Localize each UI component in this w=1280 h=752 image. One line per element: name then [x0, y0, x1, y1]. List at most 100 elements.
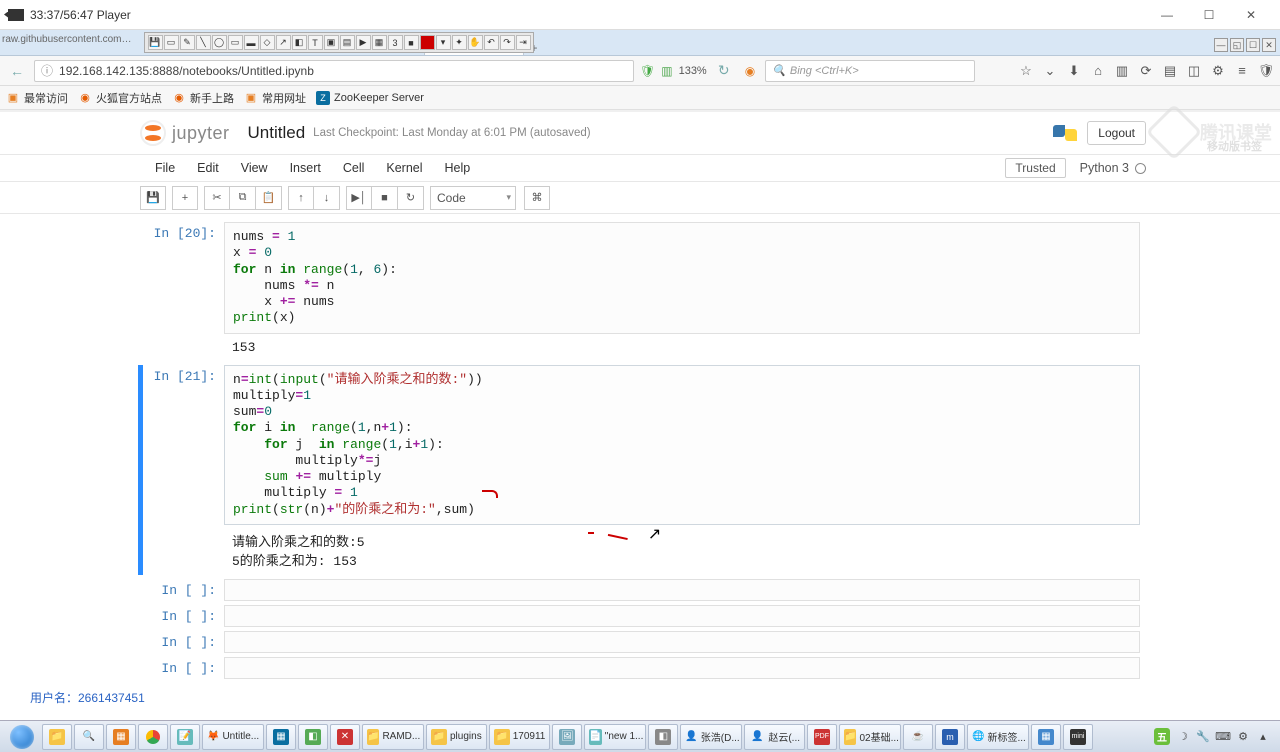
sidebar-icon[interactable]: ▥ — [1114, 63, 1130, 79]
tool-image-icon[interactable]: ▣ — [324, 35, 339, 50]
zoom-level[interactable]: 133% — [679, 65, 707, 77]
settings-icon[interactable]: ⚙ — [1210, 63, 1226, 79]
pocket-icon[interactable]: ⌄ — [1042, 63, 1058, 79]
tool-circle-icon[interactable]: ◯ — [212, 35, 227, 50]
taskbar-pdf[interactable]: PDF — [807, 724, 837, 750]
taskbar-ramd[interactable]: 📁RAMD... — [362, 724, 424, 750]
security-red-icon[interactable]: 🛡 — [1258, 63, 1274, 79]
tray-moon-icon[interactable]: ☽ — [1176, 730, 1190, 744]
tray-wrench-icon[interactable]: 🔧 — [1196, 730, 1210, 744]
annotation-toolbar[interactable]: 💾 ▭ ✎ ╲ ◯ ▭ ▬ ◇ ↗ ◧ T ▣ ▤ ▶ ▦ 3 ■ ▾ ✦ ✋ … — [144, 32, 534, 53]
taskbar-app[interactable]: ◧ — [298, 724, 328, 750]
run-button[interactable]: ▶│ — [346, 186, 372, 210]
tool-redo-icon[interactable]: ↷ — [500, 35, 515, 50]
tool-pencil-icon[interactable]: ✎ — [180, 35, 195, 50]
taskbar-course[interactable]: 📁02基础... — [839, 724, 901, 750]
taskbar-chat1[interactable]: 👤张浩(D... — [680, 724, 742, 750]
bookmark-item[interactable]: ◉火狐官方站点 — [78, 90, 162, 106]
taskbar-image[interactable]: 🖼 — [552, 724, 582, 750]
menu-file[interactable]: File — [144, 161, 186, 175]
tool-undo-icon[interactable]: ↶ — [484, 35, 499, 50]
notebook-body[interactable]: In [20]: nums = 1 x = 0 for n in range(1… — [0, 214, 1280, 720]
code-input[interactable] — [224, 605, 1140, 627]
taskbar-170911[interactable]: 📁170911 — [489, 724, 551, 750]
logout-button[interactable]: Logout — [1087, 121, 1146, 145]
taskbar-minip[interactable]: mini — [1063, 724, 1093, 750]
taskbar-plugins[interactable]: 📁plugins — [426, 724, 487, 750]
code-cell-empty[interactable]: In [ ]: — [140, 657, 1140, 679]
tool-wand-icon[interactable]: ✦ — [452, 35, 467, 50]
address-input[interactable]: ⓘ 192.168.142.135:8888/notebooks/Untitle… — [34, 60, 634, 82]
taskbar-sublime[interactable]: ▦ — [106, 724, 136, 750]
taskbar-newtab[interactable]: 🌐新标签... — [967, 724, 1029, 750]
code-input[interactable] — [224, 631, 1140, 653]
taskbar-app[interactable]: ▦ — [266, 724, 296, 750]
menu-edit[interactable]: Edit — [186, 161, 230, 175]
trusted-indicator[interactable]: Trusted — [1005, 158, 1065, 178]
tool-color-red[interactable] — [420, 35, 435, 50]
tabwin-max-icon[interactable]: ☐ — [1246, 38, 1260, 52]
tabwin-close-icon[interactable]: ✕ — [1262, 38, 1276, 52]
bookmark-item[interactable]: ZZooKeeper Server — [316, 91, 424, 105]
maximize-button[interactable]: ☐ — [1188, 1, 1230, 29]
minimize-button[interactable]: — — [1146, 1, 1188, 29]
taskbar-java[interactable]: ☕ — [903, 724, 933, 750]
taskbar-app[interactable]: ▦ — [1031, 724, 1061, 750]
taskbar-search[interactable]: 🔍 — [74, 724, 104, 750]
code-cell-selected[interactable]: In [21]: n=int(input("请输入阶乘之和的数:")) mult… — [140, 365, 1140, 575]
system-tray[interactable]: 五 ☽ 🔧 ⌨ ⚙ ▴ — [1154, 728, 1276, 745]
tool-grid-icon[interactable]: ▦ — [372, 35, 387, 50]
tool-close-icon[interactable]: ⇥ — [516, 35, 531, 50]
menu-icon[interactable]: ≡ — [1234, 63, 1250, 79]
move-up-button[interactable]: ↑ — [288, 186, 314, 210]
taskbar-firefox[interactable]: 🦊Untitle... — [202, 724, 264, 750]
addons-icon[interactable]: ◫ — [1186, 63, 1202, 79]
interrupt-button[interactable]: ■ — [372, 186, 398, 210]
tabwin-restore-icon[interactable]: ◱ — [1230, 38, 1244, 52]
code-cell[interactable]: In [20]: nums = 1 x = 0 for n in range(1… — [140, 222, 1140, 361]
taskbar-chrome[interactable] — [138, 724, 168, 750]
tool-diamond-icon[interactable]: ◇ — [260, 35, 275, 50]
add-cell-button[interactable]: + — [172, 186, 198, 210]
tool-num-icon[interactable]: 3 — [388, 35, 403, 50]
jupyter-logo[interactable]: jupyter — [140, 120, 230, 146]
ime-indicator[interactable]: 五 — [1154, 728, 1170, 745]
code-input[interactable]: n=int(input("请输入阶乘之和的数:")) multiply=1 su… — [224, 365, 1140, 525]
menu-cell[interactable]: Cell — [332, 161, 376, 175]
taskbar-explorer[interactable]: 📁 — [42, 724, 72, 750]
restart-button[interactable]: ↻ — [398, 186, 424, 210]
home-icon[interactable]: ⌂ — [1090, 63, 1106, 79]
tabwin-min-icon[interactable]: — — [1214, 38, 1228, 52]
menu-insert[interactable]: Insert — [279, 161, 332, 175]
bookmark-item[interactable]: ▣最常访问 — [6, 90, 68, 106]
bookmark-item[interactable]: ◉新手上路 — [172, 90, 234, 106]
tool-fillrect-icon[interactable]: ▬ — [244, 35, 259, 50]
tool-line-icon[interactable]: ╲ — [196, 35, 211, 50]
tool-screen-icon[interactable]: ▤ — [340, 35, 355, 50]
celltype-select[interactable]: Code — [430, 186, 516, 210]
taskbar-close-red[interactable]: ✕ — [330, 724, 360, 750]
kernel-indicator[interactable]: Python 3 — [1080, 161, 1146, 175]
close-button[interactable]: ✕ — [1230, 1, 1272, 29]
bookmark-star-icon[interactable]: ☆ — [1018, 63, 1034, 79]
paste-button[interactable]: 📋 — [256, 186, 282, 210]
tool-eraser-icon[interactable]: ◧ — [292, 35, 307, 50]
menu-view[interactable]: View — [230, 161, 279, 175]
search-input[interactable]: 🔍 Bing <Ctrl+K> — [765, 60, 975, 82]
tool-rect-icon[interactable]: ▭ — [228, 35, 243, 50]
menu-help[interactable]: Help — [434, 161, 482, 175]
copy-button[interactable]: ⧉ — [230, 186, 256, 210]
tool-play-icon[interactable]: ▶ — [356, 35, 371, 50]
code-input[interactable] — [224, 579, 1140, 601]
taskbar-maxthon[interactable]: m — [935, 724, 965, 750]
tracking-icon[interactable]: ▥ — [661, 64, 672, 78]
tool-dropdown-icon[interactable]: ▾ — [436, 35, 451, 50]
notebook-title[interactable]: Untitled — [248, 123, 306, 143]
code-input[interactable] — [224, 657, 1140, 679]
code-input[interactable]: nums = 1 x = 0 for n in range(1, 6): num… — [224, 222, 1140, 334]
extension-icon[interactable]: ◉ — [745, 64, 755, 78]
tray-keyboard-icon[interactable]: ⌨ — [1216, 730, 1230, 744]
taskbar-new1[interactable]: 📄"new 1... — [584, 724, 646, 750]
security-shield-icon[interactable]: 🛡 — [640, 64, 655, 78]
taskbar-chat2[interactable]: 👤赵云(... — [744, 724, 805, 750]
